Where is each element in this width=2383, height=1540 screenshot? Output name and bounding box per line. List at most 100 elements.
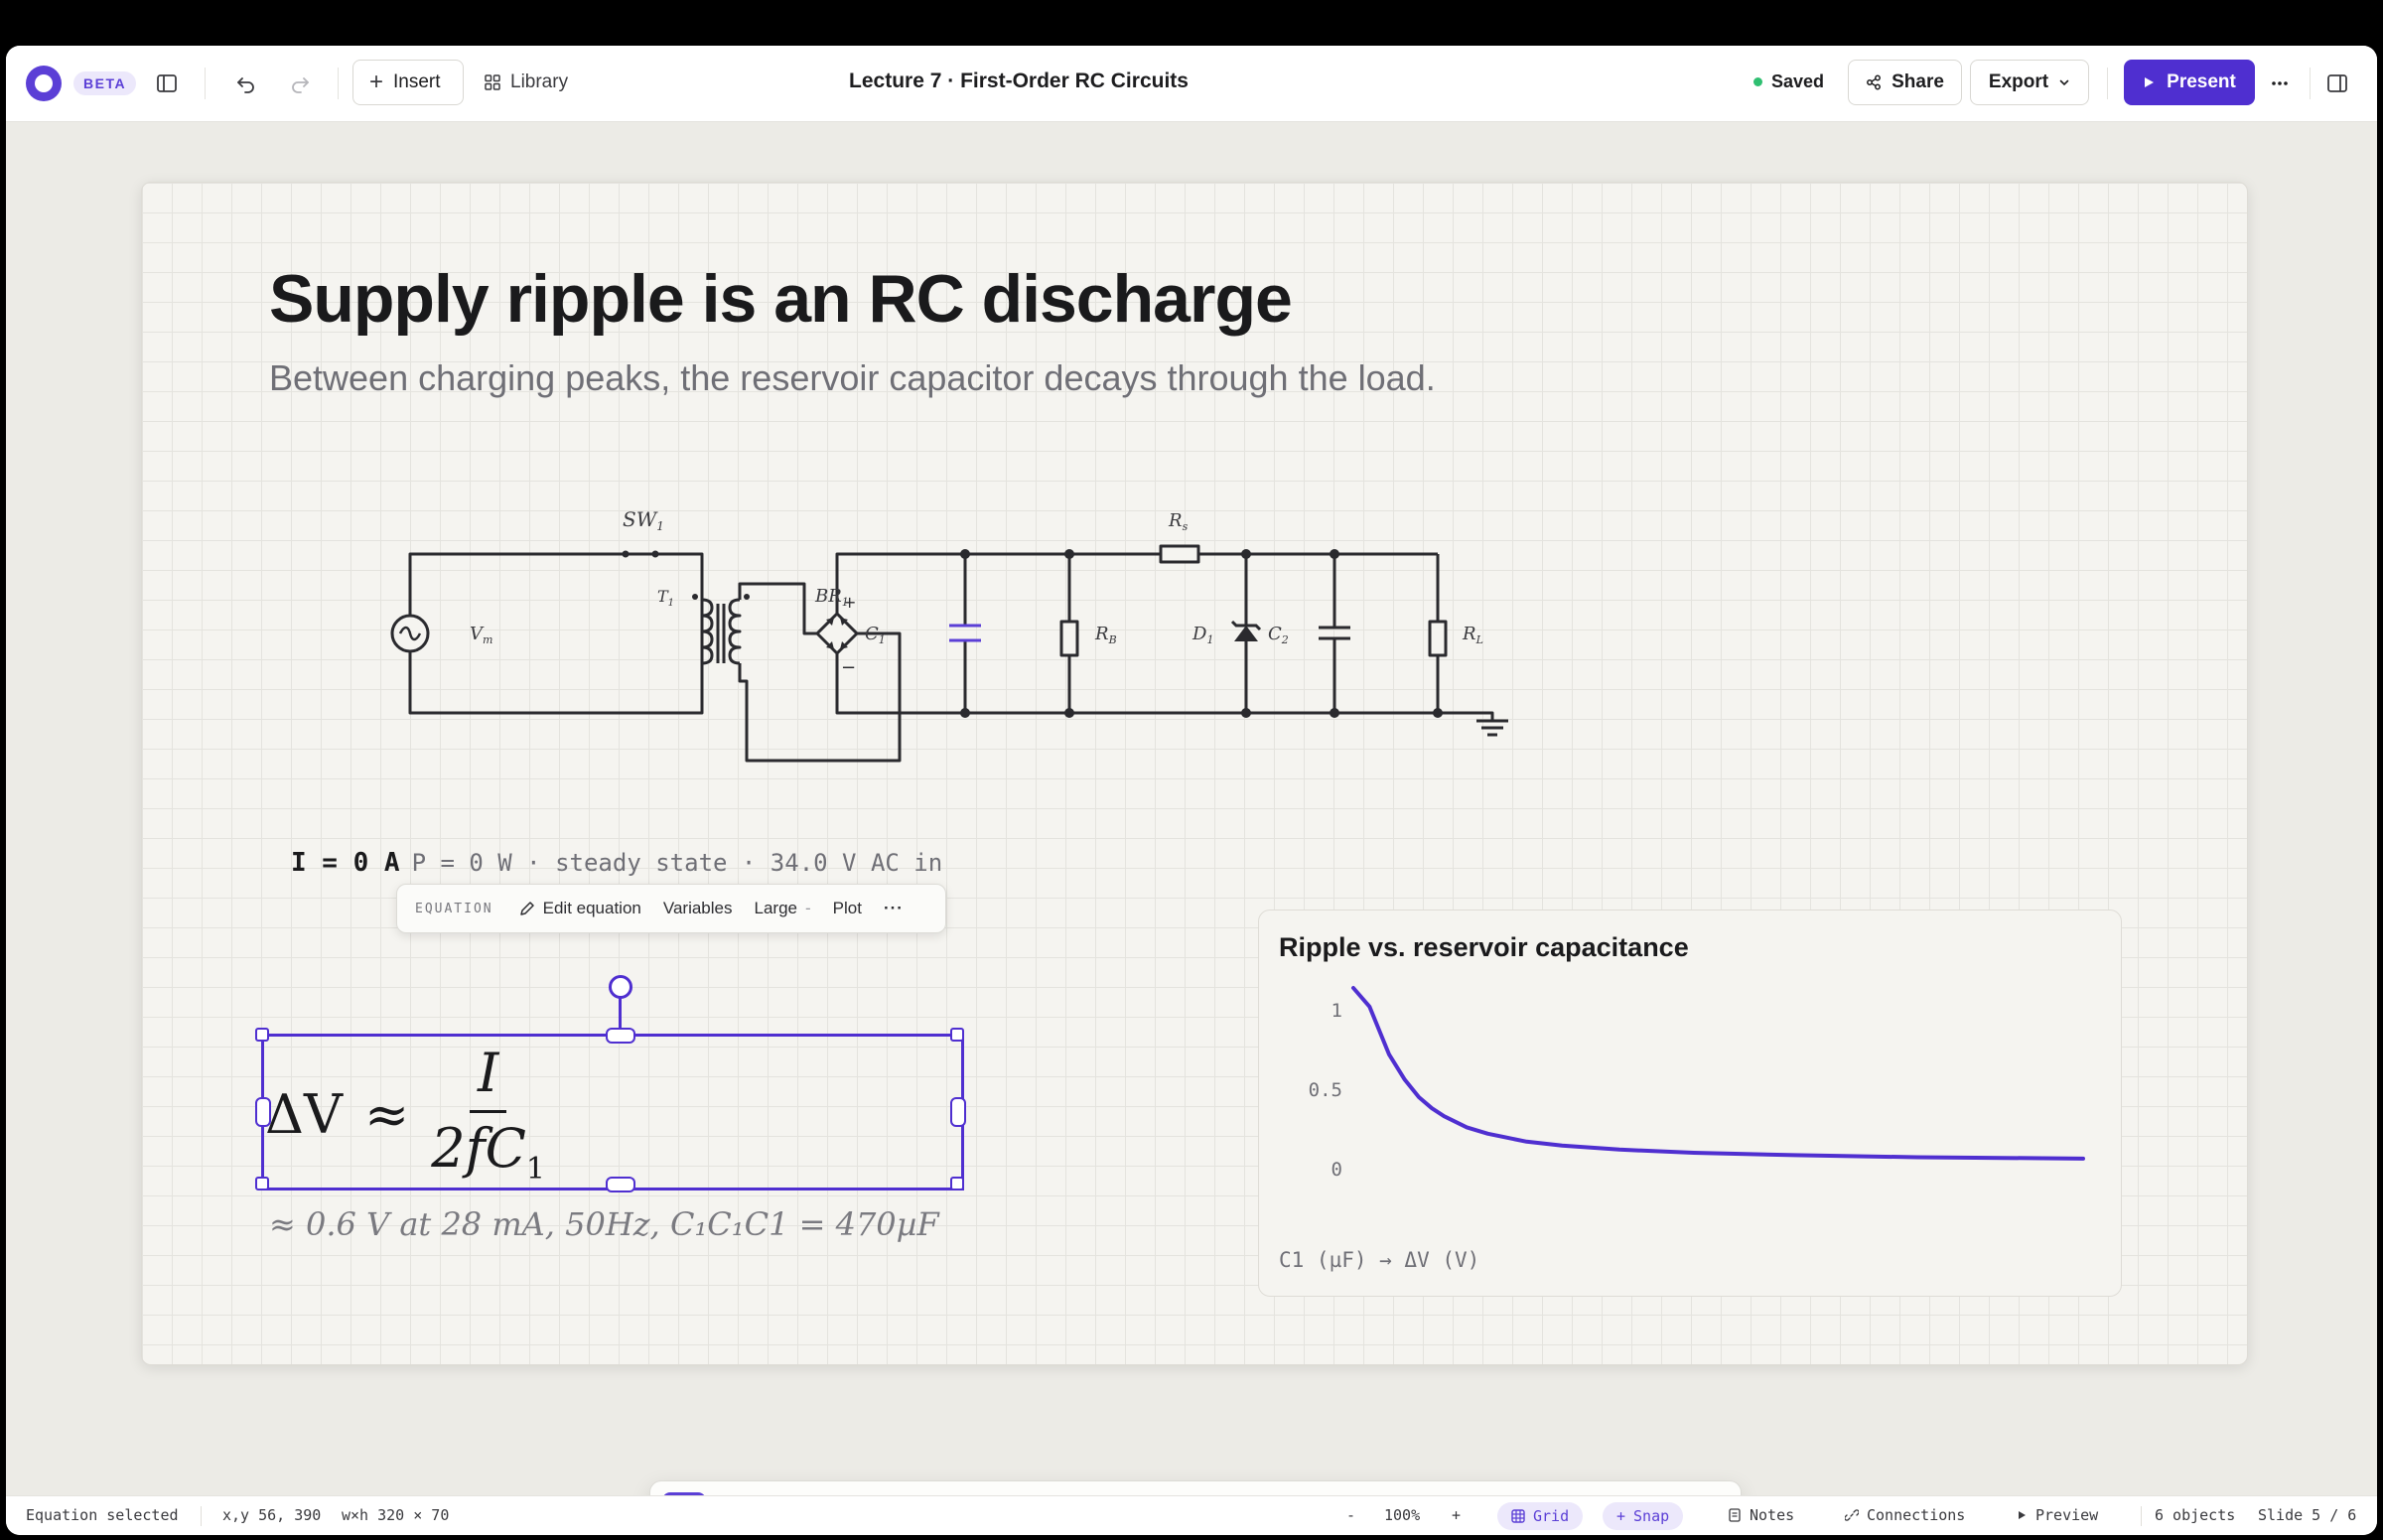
power-readout: P = 0 W · steady state · 34.0 V AC in (411, 849, 943, 877)
insert-button[interactable]: + Insert (352, 60, 464, 105)
saved-label: Saved (1771, 71, 1825, 91)
resize-handle-n[interactable] (606, 1028, 635, 1044)
resize-handle-s[interactable] (606, 1177, 635, 1192)
selection-status: Equation selected (26, 1506, 179, 1524)
right-panel-toggle-icon[interactable] (2319, 66, 2355, 101)
switch-terminal (651, 550, 659, 558)
save-status: Saved (1753, 71, 1824, 92)
position-readout: x,y 56, 390 (222, 1506, 322, 1524)
equation-approximation[interactable]: ≈ 0.6 V at 28 mA, 50Hz, C₁C₁C1 = 470µF (269, 1205, 939, 1243)
wire (738, 631, 902, 763)
y-tick-label: 0.5 (1309, 1079, 1342, 1101)
zener-diode-d1[interactable] (1234, 626, 1258, 641)
share-button[interactable]: Share (1848, 60, 1962, 105)
resize-handle-ne[interactable] (950, 1028, 964, 1042)
junction-dot (1064, 708, 1074, 718)
equation-lhs: ΔV (265, 1082, 343, 1146)
equation-fraction: I 2fC1 (431, 1042, 545, 1187)
present-button[interactable]: Present (2124, 60, 2255, 105)
resize-handle-e[interactable] (950, 1097, 966, 1127)
slide[interactable]: Supply ripple is an RC discharge Between… (141, 182, 2248, 1365)
current-readout: I = 0 A (291, 848, 400, 878)
grid-icon (485, 74, 500, 90)
resistor-rb[interactable] (1059, 620, 1079, 657)
junction-dot (960, 708, 970, 718)
resistor-rs[interactable] (1159, 544, 1200, 564)
chart-plot: 10.50 (1309, 986, 2085, 1181)
size-label: Large (754, 899, 797, 917)
undo-icon[interactable] (228, 66, 264, 101)
redo-icon[interactable] (282, 66, 318, 101)
connections-button[interactable]: Connections (1845, 1506, 1965, 1524)
wire (835, 552, 1161, 614)
snap-toggle[interactable]: + Snap (1603, 1502, 1684, 1530)
grid-label: Grid (1533, 1507, 1570, 1525)
chart-caption: C1 (µF) → ΔV (V) (1279, 1248, 1480, 1272)
label-br1: BR1 (814, 586, 849, 609)
label-c2: C2 (1268, 624, 1289, 646)
junction-dot (1330, 549, 1339, 559)
saved-dot-icon (1753, 77, 1762, 86)
chart-card[interactable]: Ripple vs. reservoir capacitance 1 0.5 0 C… (1258, 910, 2122, 1297)
plot-button[interactable]: Plot (833, 899, 862, 918)
top-toolbar: BETA + Insert Library Lecture 7 · First-… (6, 46, 2377, 122)
snap-icon: + (1616, 1507, 1626, 1525)
more-options-icon[interactable] (2262, 66, 2298, 101)
grid-icon (1511, 1509, 1525, 1523)
app-logo-icon[interactable] (26, 66, 62, 101)
switch-terminal (622, 550, 630, 558)
export-button[interactable]: Export (1970, 60, 2089, 105)
equation-relation: ≈ (364, 1082, 410, 1146)
junction-dot (1241, 708, 1251, 718)
toolbar-divider (2310, 68, 2311, 99)
edit-equation-button[interactable]: Edit equation (519, 899, 641, 918)
zoom-level[interactable]: 100% (1384, 1506, 1420, 1524)
resize-handle-se[interactable] (950, 1177, 964, 1190)
junction-dot (1433, 708, 1443, 718)
polarity-dot (744, 594, 750, 600)
equation[interactable]: ΔV ≈ I 2fC1 (265, 1042, 545, 1187)
sidebar-toggle-icon[interactable] (149, 66, 185, 101)
zoom-out-button[interactable]: - (1346, 1506, 1355, 1524)
zoom-in-button[interactable]: + (1452, 1506, 1461, 1524)
minus-mark: − (841, 657, 856, 678)
play-icon (2019, 1511, 2026, 1519)
label-c1: C1 (865, 624, 886, 646)
junction-dot (1064, 549, 1074, 559)
wire (738, 582, 817, 635)
equation-tag: EQUATION (415, 901, 493, 916)
slide-title[interactable]: Supply ripple is an RC discharge (269, 260, 1293, 338)
snap-label: Snap (1633, 1507, 1670, 1525)
size-readout: w×h 320 × 70 (342, 1506, 450, 1524)
connections-label: Connections (1867, 1506, 1966, 1524)
canvas[interactable]: Supply ripple is an RC discharge Between… (6, 122, 2377, 1535)
toolbar-divider (2107, 68, 2108, 99)
slide-indicator: Slide 5 / 6 (2258, 1506, 2357, 1524)
insert-label: Insert (393, 71, 441, 92)
object-count: 6 objects (2155, 1506, 2236, 1524)
slide-subtitle[interactable]: Between charging peaks, the reservoir ca… (269, 357, 1436, 399)
document-title[interactable]: Lecture 7 · First-Order RC Circuits (641, 70, 1396, 93)
label-vm: Vm (470, 624, 492, 646)
bridge-rectifier-br1[interactable] (815, 612, 859, 655)
resistor-rl[interactable] (1428, 620, 1448, 657)
notes-button[interactable]: Notes (1728, 1506, 1794, 1524)
ripple-series-line (1351, 986, 2085, 1161)
variables-button[interactable]: Variables (663, 899, 733, 918)
wire (408, 552, 626, 715)
plus-icon: + (369, 69, 384, 95)
equation-context-toolbar: EQUATION Edit equation Variables Large -… (396, 884, 946, 933)
resize-handle-nw[interactable] (255, 1028, 269, 1042)
transformer-secondary (728, 598, 742, 665)
present-label: Present (2167, 71, 2236, 92)
preview-button[interactable]: Preview (2016, 1506, 2098, 1524)
circuit-schematic[interactable]: + − SW1 Vm T1 BR1 C1 Rs RB D1 C2 RL (341, 443, 1572, 780)
more-icon[interactable]: ··· (884, 899, 904, 918)
library-button[interactable]: Library (485, 60, 568, 105)
polarity-dot (692, 594, 698, 600)
size-dropdown[interactable]: Large - (755, 899, 811, 918)
grid-toggle[interactable]: Grid (1497, 1502, 1584, 1530)
rotate-handle[interactable] (609, 975, 632, 999)
share-label: Share (1892, 71, 1944, 92)
wire (835, 653, 1438, 715)
